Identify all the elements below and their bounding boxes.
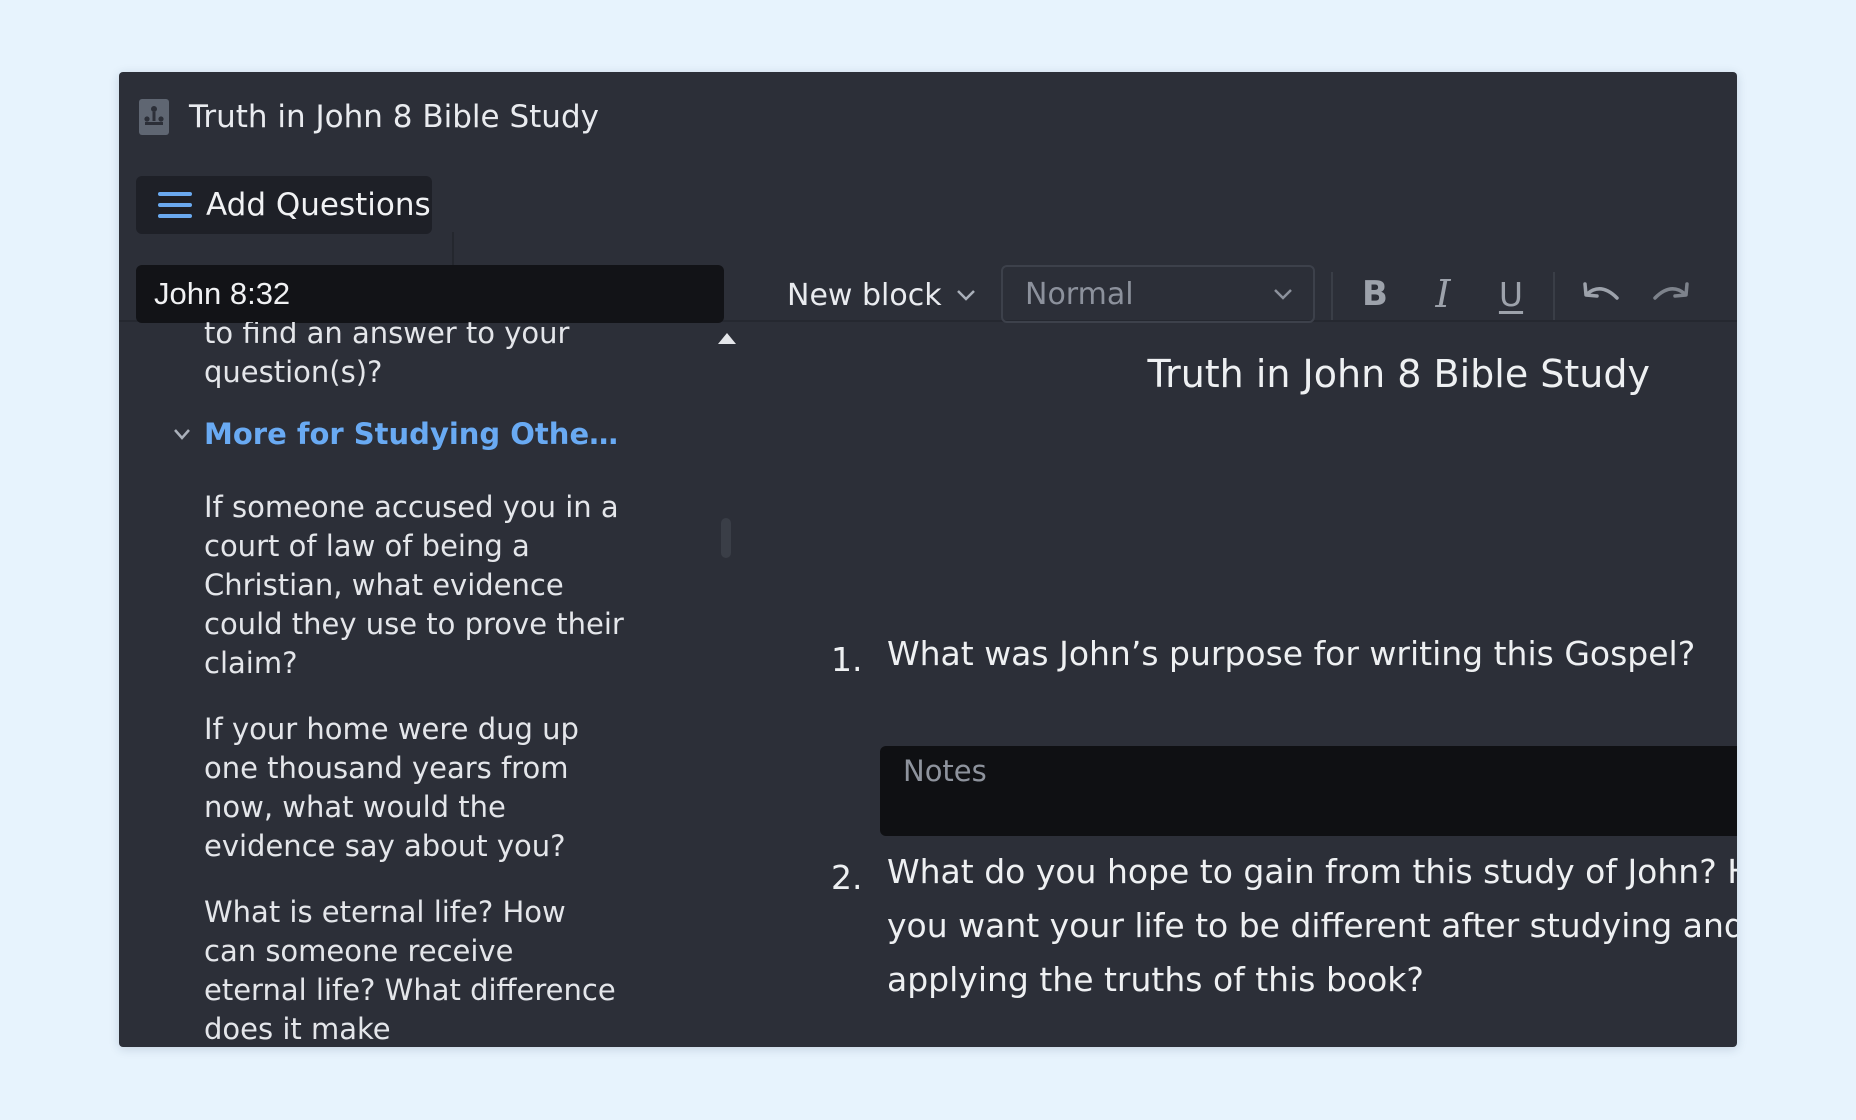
hamburger-menu-icon [158,192,192,218]
add-questions-button[interactable]: Add Questions [136,176,432,234]
new-block-label: New block [787,277,942,313]
question-item[interactable]: If someone accused you in a court of law… [204,488,624,683]
toolbar-separator [1553,272,1555,320]
question-item[interactable]: If your home were dug up one thousand ye… [204,710,624,866]
passage-search-input[interactable] [136,265,724,323]
redo-icon [1653,282,1689,300]
sidebar-scrollbar-thumb[interactable] [721,518,731,558]
question-text[interactable]: What was John’s purpose for writing this… [887,627,1737,681]
question-text[interactable]: What do you hope to gain from this study… [887,845,1737,1007]
chevron-down-icon [1274,289,1292,300]
undo-icon [1583,282,1619,300]
text-style-dropdown[interactable]: Normal [1001,265,1315,323]
app-window: Truth in John 8 Bible Study Add Question… [119,72,1737,1047]
bold-button[interactable]: B [1349,268,1401,320]
add-questions-label: Add Questions [206,187,431,223]
scroll-up-arrow-icon[interactable] [717,332,737,346]
toolbar-separator [1331,272,1333,320]
question-number: 2. [831,858,863,897]
question-item[interactable]: What is eternal life? How can someone re… [204,893,624,1047]
undo-button[interactable] [1575,268,1627,320]
question-item[interactable]: to find an answer to your question(s)? [204,322,624,392]
app-logo-icon [139,99,169,135]
italic-button[interactable]: I [1417,268,1469,320]
document-editor[interactable]: Truth in John 8 Bible Study 1. What was … [739,322,1737,1047]
title-bar: Truth in John 8 Bible Study [119,72,1737,162]
redo-button[interactable] [1645,268,1697,320]
notes-field[interactable]: Notes [880,746,1737,836]
new-block-dropdown[interactable]: New block [787,266,976,324]
section-title: More for Studying Other Th… [204,417,624,451]
document-title: Truth in John 8 Bible Study [1147,352,1650,396]
chevron-down-icon [956,290,975,301]
window-title: Truth in John 8 Bible Study [189,99,599,135]
question-number: 1. [831,640,863,679]
underline-button[interactable]: U [1485,268,1537,320]
text-style-label: Normal [1025,276,1134,312]
chevron-down-icon [174,429,190,440]
questions-sidebar: to find an answer to your question(s)? M… [119,322,739,1047]
section-header-more-studying[interactable]: More for Studying Other Th… [173,414,624,454]
